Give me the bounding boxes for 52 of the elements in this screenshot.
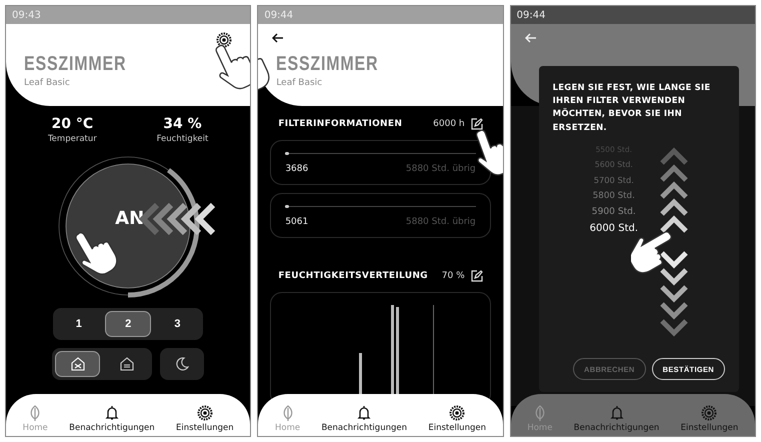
section-title: FILTERINFORMATIONEN (278, 119, 402, 129)
status-time: 09:44 (264, 10, 294, 20)
moon-icon (175, 357, 190, 371)
section-title: FEUCHTIGKEITSVERTEILUNG (278, 271, 428, 281)
hours-option[interactable]: 5900 Std. (592, 206, 636, 217)
settings-icon (701, 405, 718, 421)
nav-tab[interactable]: Einstellungen (428, 405, 486, 433)
nav-tab[interactable]: Benachrichtigungen (321, 405, 407, 433)
nav-tab[interactable]: Benachrichtigungen (574, 405, 660, 433)
remaining-hours: 5880 Std. übrig (406, 164, 476, 174)
stat-value: 20 °C (52, 116, 94, 132)
room-title: ESSZIMMER (276, 53, 380, 76)
filter-lifetime: 6000 h (433, 119, 465, 129)
bell-icon (104, 405, 119, 421)
leaf-icon (282, 405, 294, 421)
stat-value: 34 % (163, 116, 202, 132)
remaining-hours: 5880 Std. übrig (406, 217, 476, 227)
mode-button[interactable] (55, 351, 100, 377)
nav-tab[interactable]: Benachrichtigungen (69, 405, 155, 433)
device-name: Leaf Basic (276, 78, 324, 88)
fan-speed-button[interactable]: 1 (56, 311, 102, 337)
bell-icon (610, 405, 624, 421)
settings-icon (449, 405, 466, 421)
leaf-icon (534, 405, 546, 421)
hours-option[interactable]: 6000 Std. (590, 222, 638, 234)
back-arrow-icon[interactable] (272, 32, 284, 44)
nav-tab[interactable]: Einstellungen (176, 405, 234, 433)
dialog-prompt: LEGEN SIE FEST, WIE LANGE SIE IHREN FILTER VERWENDEN MÖCHTEN, BEVOR SIE IHN ERSETZEN. (552, 82, 712, 135)
stat-label: Temperatur (48, 134, 97, 144)
edit-icon[interactable] (470, 270, 483, 282)
settings-icon (196, 405, 213, 421)
hours-option[interactable]: 5800 Std. (592, 190, 635, 201)
nav-tab[interactable]: Home (275, 405, 300, 433)
filter-hours: 5061 (285, 217, 308, 227)
room-title: ESSZIMMER (24, 53, 128, 76)
device-name: Leaf Basic (24, 78, 71, 88)
status-time: 09:44 (516, 10, 546, 20)
stat-label: Feuchtigkeit (156, 134, 208, 144)
humidity-target: 70 % (442, 271, 465, 281)
status-time: 09:43 (12, 10, 41, 20)
edit-icon[interactable] (470, 118, 483, 130)
bell-icon (357, 405, 372, 421)
nav-tab[interactable]: Home (22, 405, 48, 433)
nav-tab[interactable]: Einstellungen (680, 405, 738, 433)
settings-icon (216, 32, 232, 48)
hours-option[interactable]: 5700 Std. (594, 174, 634, 185)
fan-speed-button[interactable]: 2 (105, 311, 151, 337)
house-icon (118, 356, 135, 372)
filter-hours: 3686 (285, 164, 308, 174)
house-fan-icon (70, 356, 86, 372)
leaf-icon (29, 405, 42, 421)
fan-speed-button[interactable]: 3 (154, 311, 200, 337)
